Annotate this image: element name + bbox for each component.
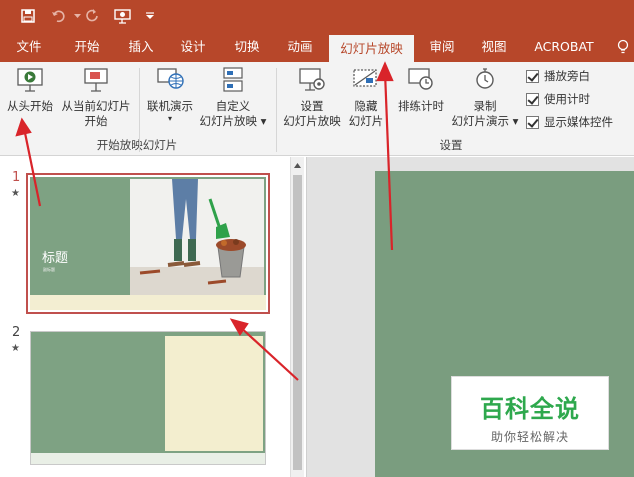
record-label-1: 录制 bbox=[473, 99, 497, 113]
tab-design[interactable]: 设计 bbox=[170, 32, 216, 62]
undo-icon[interactable] bbox=[48, 6, 70, 26]
record-slide-show-button[interactable]: 录制 幻灯片演示 ▾ bbox=[450, 66, 520, 129]
slide-footer-band bbox=[31, 453, 265, 464]
from-current-label-1: 从当前幻灯片 bbox=[61, 99, 131, 113]
show-media-controls-label: 显示媒体控件 bbox=[544, 115, 613, 129]
online-present-icon bbox=[157, 68, 184, 89]
checkbox-checked-icon[interactable] bbox=[526, 115, 539, 129]
scroll-up-arrow-icon[interactable] bbox=[291, 159, 304, 172]
slide-thumbnail-2[interactable] bbox=[30, 331, 266, 465]
save-icon[interactable] bbox=[18, 6, 38, 26]
play-narrations-checkbox[interactable]: 播放旁白 bbox=[526, 68, 590, 84]
ribbon: 从头开始 从当前幻灯片 开始 开始放映幻灯片 联机演示 ▾ 自定义 幻灯片放映 bbox=[0, 62, 634, 156]
present-from-start-icon[interactable] bbox=[112, 6, 134, 26]
setup-slide-show-icon bbox=[299, 68, 325, 91]
group-label-setup: 设置 bbox=[439, 138, 463, 152]
ribbon-tab-bar: 文件 开始 插入 设计 切换 动画 幻灯片放映 审阅 视图 ACROBAT bbox=[0, 32, 634, 62]
from-current-slide-button[interactable]: 从当前幻灯片 开始 bbox=[58, 66, 134, 129]
lightbulb-icon[interactable] bbox=[613, 32, 633, 62]
online-present-button[interactable]: 联机演示 ▾ bbox=[142, 66, 198, 124]
from-current-label-2: 开始 bbox=[84, 114, 108, 128]
from-current-slide-icon bbox=[84, 68, 108, 92]
hide-slide-icon bbox=[353, 69, 377, 87]
customize-qat-icon[interactable] bbox=[144, 6, 156, 26]
thumbnail-scrollbar[interactable] bbox=[290, 157, 304, 477]
tab-insert[interactable]: 插入 bbox=[118, 32, 164, 62]
hide-label-2: 幻灯片 bbox=[348, 114, 384, 128]
checkbox-checked-icon[interactable] bbox=[526, 69, 539, 83]
custom-show-label-1: 自定义 bbox=[215, 99, 251, 113]
record-label-2: 幻灯片演示 ▾ bbox=[451, 114, 519, 128]
online-dropdown-icon[interactable]: ▾ bbox=[142, 114, 198, 124]
tab-home[interactable]: 开始 bbox=[64, 32, 110, 62]
slide-thumbnail-1[interactable]: 标题 副标题 bbox=[26, 173, 270, 314]
slide-thumbnail-pane: 1 ★ 标题 副标题 2 ★ bbox=[0, 157, 306, 477]
animation-star-icon: ★ bbox=[11, 188, 20, 199]
slide-number: 1 bbox=[12, 170, 21, 185]
use-timings-checkbox[interactable]: 使用计时 bbox=[526, 91, 590, 107]
checkbox-checked-icon[interactable] bbox=[526, 92, 539, 106]
tab-review[interactable]: 审阅 bbox=[419, 32, 465, 62]
tab-acrobat[interactable]: ACROBAT bbox=[527, 32, 601, 62]
setup-label-1: 设置 bbox=[300, 99, 324, 113]
record-icon bbox=[476, 68, 494, 89]
animation-star-icon: ★ bbox=[11, 343, 20, 354]
from-beginning-label: 从头开始 bbox=[7, 99, 53, 113]
tab-file[interactable]: 文件 bbox=[6, 32, 52, 62]
tab-view[interactable]: 视图 bbox=[471, 32, 517, 62]
rehearse-label: 排练计时 bbox=[398, 99, 444, 113]
use-timings-label: 使用计时 bbox=[544, 92, 590, 106]
hide-label-1: 隐藏 bbox=[354, 99, 378, 113]
group-label-start-show: 开始放映幻灯片 bbox=[96, 138, 178, 152]
custom-slide-show-icon bbox=[223, 67, 243, 92]
title-bar bbox=[0, 0, 634, 32]
online-present-label: 联机演示 bbox=[147, 99, 193, 113]
slide-subtitle-text: 副标题 bbox=[43, 267, 55, 272]
slide-footer-band bbox=[30, 295, 266, 310]
rehearse-timings-icon bbox=[408, 68, 433, 90]
custom-show-label-2: 幻灯片放映 ▾ bbox=[199, 114, 267, 128]
slide-photo bbox=[130, 179, 264, 295]
setup-slide-show-button[interactable]: 设置 幻灯片放映 bbox=[280, 66, 344, 129]
from-beginning-button[interactable]: 从头开始 bbox=[2, 66, 58, 114]
slide-title-text: 标题 bbox=[42, 251, 69, 266]
watermark-subtitle: 助你轻松解决 bbox=[490, 430, 569, 444]
tab-transitions[interactable]: 切换 bbox=[224, 32, 270, 62]
slide-number: 2 bbox=[12, 325, 21, 340]
group-divider bbox=[139, 68, 140, 152]
rehearse-timings-button[interactable]: 排练计时 bbox=[394, 66, 448, 114]
undo-dropdown-icon[interactable] bbox=[72, 6, 82, 26]
slide-content-placeholder bbox=[165, 336, 263, 451]
tab-slide-show[interactable]: 幻灯片放映 bbox=[329, 35, 414, 62]
custom-slide-show-button[interactable]: 自定义 幻灯片放映 ▾ bbox=[198, 66, 268, 129]
watermark-logo: 百科全说 助你轻松解决 bbox=[451, 376, 609, 450]
redo-icon[interactable] bbox=[84, 6, 102, 26]
show-media-controls-checkbox[interactable]: 显示媒体控件 bbox=[526, 114, 613, 130]
setup-label-2: 幻灯片放映 bbox=[283, 114, 341, 128]
play-narrations-label: 播放旁白 bbox=[544, 69, 590, 83]
hide-slide-button[interactable]: 隐藏 幻灯片 bbox=[346, 66, 386, 129]
watermark-title: 百科全说 bbox=[480, 395, 580, 423]
scrollbar-thumb[interactable] bbox=[293, 175, 302, 470]
from-beginning-icon bbox=[17, 68, 43, 92]
tab-animations[interactable]: 动画 bbox=[277, 32, 323, 62]
